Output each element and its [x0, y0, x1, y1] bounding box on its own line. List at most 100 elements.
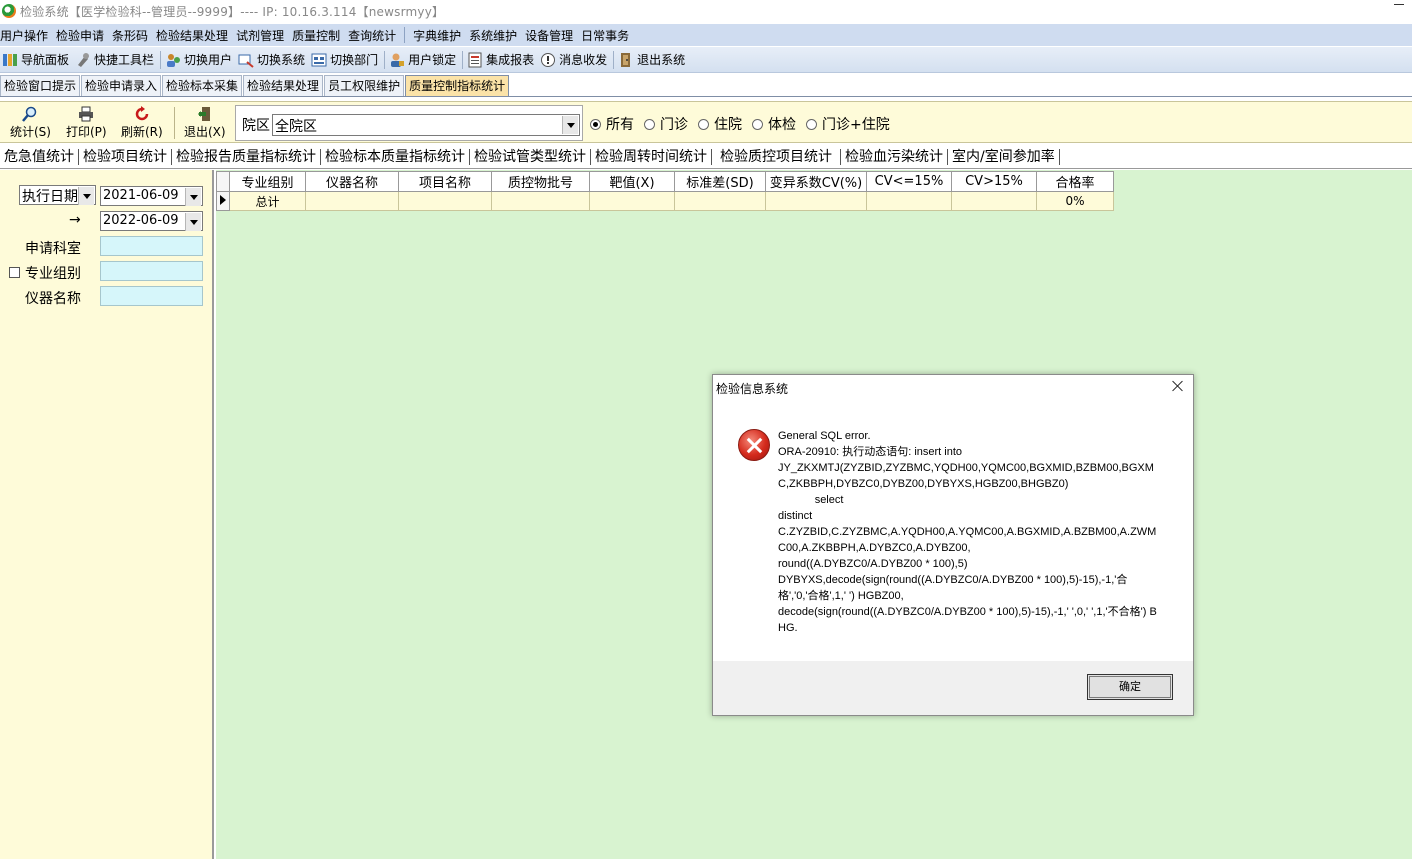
integrated-report-label: 集成报表: [486, 53, 535, 67]
column-header[interactable]: 标准差(SD): [674, 171, 766, 192]
department-label: 申请科室: [25, 241, 81, 257]
print-button[interactable]: 打印(P): [66, 106, 107, 140]
switch-system-icon: [238, 52, 254, 68]
radio-physical-exam[interactable]: 体检: [752, 114, 796, 134]
window-title: 检验系统【医学检验科--管理员--9999】---- IP: 10.16.3.1…: [20, 4, 445, 19]
campus-group: 院区 全院区: [235, 105, 583, 141]
tab-turnaround-time[interactable]: 检验周转时间统计: [591, 148, 712, 165]
table-cell[interactable]: [951, 191, 1037, 211]
radio-inpatient[interactable]: 住院: [698, 114, 742, 134]
menu-result-processing[interactable]: 检验结果处理: [156, 27, 236, 44]
instrument-field[interactable]: [100, 286, 203, 306]
table-cell[interactable]: [305, 191, 399, 211]
table-cell[interactable]: [866, 191, 952, 211]
error-icon: [738, 429, 770, 461]
chevron-down-icon[interactable]: [562, 116, 578, 134]
exit-button[interactable]: 退出(X): [184, 106, 226, 140]
tab-sample-quality[interactable]: 检验标本质量指标统计: [321, 148, 470, 165]
radio-outpatient-inpatient[interactable]: 门诊+住院: [806, 114, 890, 134]
tab-window-hints[interactable]: 检验窗口提示: [0, 75, 81, 96]
close-icon[interactable]: [1171, 379, 1185, 393]
campus-select[interactable]: 全院区: [272, 114, 580, 136]
menu-barcode[interactable]: 条形码: [112, 27, 156, 44]
department-field[interactable]: [100, 236, 203, 256]
switch-system-button[interactable]: 切换系统: [236, 51, 309, 68]
radio-outpatient-label: 门诊: [660, 117, 688, 133]
column-header[interactable]: 变异系数CV(%): [765, 171, 867, 192]
toolbar-divider: [160, 50, 162, 69]
switch-department-button[interactable]: 切换部门: [309, 51, 382, 68]
tab-participation-rate[interactable]: 室内/室间参加率: [948, 148, 1060, 165]
tab-request-entry[interactable]: 检验申请录入: [81, 75, 162, 96]
chevron-down-icon[interactable]: [185, 188, 201, 206]
minimize-icon[interactable]: [1394, 4, 1404, 5]
table-cell[interactable]: [589, 191, 675, 211]
menu-lab-request[interactable]: 检验申请: [56, 27, 112, 44]
chevron-down-icon[interactable]: [78, 187, 94, 205]
table-cell[interactable]: [398, 191, 492, 211]
menu-dictionary[interactable]: 字典维护: [413, 27, 469, 44]
radio-all[interactable]: 所有: [590, 114, 634, 134]
table-cell[interactable]: [765, 191, 867, 211]
menu-query-stats[interactable]: 查询统计: [348, 27, 404, 44]
menu-daily-affairs[interactable]: 日常事务: [581, 27, 637, 44]
print-label: 打印(P): [66, 125, 107, 139]
tab-report-quality[interactable]: 检验报告质量指标统计: [172, 148, 321, 165]
refresh-icon: [134, 106, 150, 122]
tab-qc-item[interactable]: 检验质控项目统计: [712, 148, 841, 165]
exit-label: 退出(X): [184, 125, 226, 139]
menu-divider: [404, 27, 406, 43]
table-cell[interactable]: [674, 191, 766, 211]
tab-staff-permissions[interactable]: 员工权限维护: [324, 75, 405, 96]
table-cell[interactable]: 总计: [229, 191, 306, 211]
chevron-down-icon[interactable]: [185, 213, 201, 231]
column-header[interactable]: CV>15%: [951, 171, 1037, 192]
date-to-picker[interactable]: 2022-06-09: [100, 211, 203, 231]
ok-button[interactable]: 确定: [1087, 674, 1173, 700]
message-button[interactable]: 消息收发: [538, 51, 611, 68]
table-cell[interactable]: 0%: [1036, 191, 1114, 211]
printer-icon: [78, 106, 94, 122]
table-row[interactable]: 总计 0%: [216, 191, 1114, 211]
switch-user-icon: [165, 52, 181, 68]
column-header[interactable]: 项目名称: [398, 171, 492, 192]
menu-bar: 用户操作 检验申请 条形码 检验结果处理 试剂管理 质量控制 查询统计 字典维护…: [0, 24, 1412, 46]
statistics-button[interactable]: 统计(S): [10, 106, 51, 140]
menu-quality-control[interactable]: 质量控制: [292, 27, 348, 44]
column-header[interactable]: 仪器名称: [305, 171, 399, 192]
filter-bar: 统计(S) 打印(P) 刷新(R) 退出(X) 院区 全院区 所有 门诊 住院 …: [0, 101, 1412, 143]
tab-tube-type[interactable]: 检验试管类型统计: [470, 148, 591, 165]
tab-blood-contamination[interactable]: 检验血污染统计: [841, 148, 948, 165]
exit-system-button[interactable]: 退出系统: [616, 51, 689, 68]
tab-test-item[interactable]: 检验项目统计: [79, 148, 172, 165]
column-header[interactable]: 质控物批号: [491, 171, 590, 192]
user-lock-button[interactable]: 用户锁定: [387, 51, 460, 68]
group-checkbox[interactable]: [9, 267, 20, 278]
navigation-panel-button[interactable]: 导航面板: [0, 51, 73, 68]
radio-dot: [644, 118, 655, 130]
tab-sample-collection[interactable]: 检验标本采集: [162, 75, 243, 96]
tab-qc-indicator-stats[interactable]: 质量控制指标统计: [405, 75, 510, 96]
column-header[interactable]: 专业组别: [229, 171, 306, 192]
refresh-button[interactable]: 刷新(R): [121, 106, 163, 140]
tab-critical-value[interactable]: 危急值统计: [0, 148, 79, 165]
radio-outpatient[interactable]: 门诊: [644, 114, 688, 134]
column-header[interactable]: 合格率: [1036, 171, 1114, 192]
menu-system-maintenance[interactable]: 系统维护: [469, 27, 525, 44]
results-table: 专业组别 仪器名称 项目名称 质控物批号 靶值(X) 标准差(SD) 变异系数C…: [216, 171, 1114, 211]
group-field[interactable]: [100, 261, 203, 281]
exit-door-icon: [197, 106, 213, 122]
switch-user-button[interactable]: 切换用户: [163, 51, 236, 68]
column-header[interactable]: CV<=15%: [866, 171, 952, 192]
menu-user-ops[interactable]: 用户操作: [0, 27, 56, 44]
radio-dot: [752, 118, 763, 130]
date-from-picker[interactable]: 2021-06-09: [100, 186, 203, 206]
integrated-report-button[interactable]: 集成报表: [465, 51, 538, 68]
quick-toolbar-button[interactable]: 快捷工具栏: [73, 51, 158, 68]
menu-equipment[interactable]: 设备管理: [525, 27, 581, 44]
date-type-select[interactable]: 执行日期: [19, 185, 96, 205]
menu-reagent[interactable]: 试剂管理: [236, 27, 292, 44]
table-cell[interactable]: [491, 191, 590, 211]
tab-result-processing[interactable]: 检验结果处理: [243, 75, 324, 96]
column-header[interactable]: 靶值(X): [589, 171, 675, 192]
